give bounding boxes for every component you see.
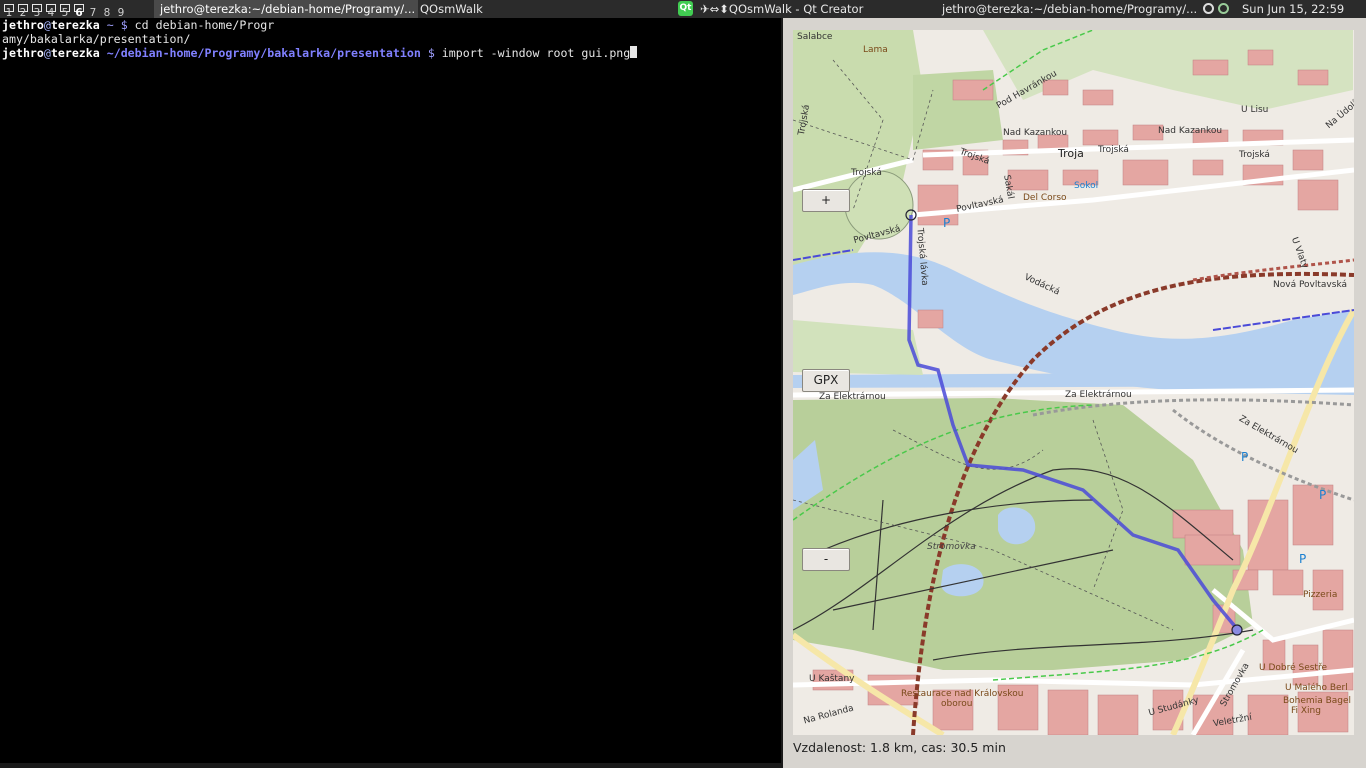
workspace-4[interactable]: 4 [44,1,58,19]
clock[interactable]: Sun Jun 15, 22:59 [1236,0,1366,18]
workspace-switcher[interactable]: 123456789 [2,0,128,19]
map-label: U Lisu [1241,105,1269,115]
parking-icon: P [943,216,951,230]
workspace-8[interactable]: 8 [100,1,114,19]
route-end-marker [1231,624,1243,636]
map-label: Salabce [797,32,833,42]
map-label-troja: Troja [1058,147,1084,160]
map-label: Restaurace nad Královskou [901,689,1024,699]
terminal-line-3: jethro@terezka ~/debian-home/Programy/ba… [0,46,780,60]
workspace-3[interactable]: 3 [30,1,44,19]
workspace-6[interactable]: 6 [72,1,86,19]
gpx-button[interactable]: GPX [802,369,850,392]
map-label: Nová Povltavská [1273,280,1348,290]
terminal-line-1: jethro@terezka ~ $ cd debian-home/Progr [2,18,275,32]
status-bar: Vzdalenost: 1.8 km, cas: 30.5 min [793,740,1006,755]
parking-icon: P [1241,450,1249,464]
workspace-2[interactable]: 2 [16,1,30,19]
map-label: Bohemia Bagel [1283,696,1352,706]
qosmwalk-window: Salabce Lama Pod Havránkou U Lisu Na Údo… [781,18,1366,768]
map-label: Del Corso [1023,193,1067,203]
zoom-in-button[interactable]: + [802,189,850,212]
map-view[interactable]: Salabce Lama Pod Havránkou U Lisu Na Údo… [793,30,1354,735]
map-label: U Dobré Sestře [1259,663,1328,673]
workspace-1[interactable]: 1 [2,1,16,19]
map-label: oborou [941,699,973,709]
map-label: Trojská [851,168,882,178]
workspace-7[interactable]: 7 [86,1,100,19]
map-label: Fi Xing [1291,706,1321,716]
text-cursor [630,46,638,58]
network-icon[interactable] [1203,3,1214,14]
terminal-window[interactable]: jethro@terezka ~ $ cd debian-home/Progr … [0,18,780,763]
map-label: Nad Kazankou [1003,128,1068,138]
map-label: Pizzeria [1303,590,1338,600]
taskbar-item-qt-creator[interactable]: ✈⇔⬍QOsmWalk - Qt Creator [694,0,940,18]
pond [941,564,984,597]
map-label: Trojská [1239,150,1270,160]
map-label-stromovka: Stromovka [927,542,976,552]
taskbar-item-qosmwalk[interactable]: QOsmWalk [414,0,680,18]
terminal-bottom-border [0,763,781,768]
workspace-9[interactable]: 9 [114,1,128,19]
map-label: Trojská [1098,145,1129,155]
parking-icon: P [1319,488,1327,502]
map-label: U Kaštany [809,674,855,684]
top-panel: 123456789 jethro@terezka:~/debian-home/P… [0,0,1366,19]
map-label: U Malého Berl [1285,683,1348,693]
zoom-out-button[interactable]: - [802,548,850,571]
taskbar-item-terminal[interactable]: jethro@terezka:~/debian-home/Programy/..… [154,0,418,18]
map-label: Za Elektrárnou [1065,390,1132,400]
map-label: Lama [863,45,888,55]
qt-creator-icon: Qt [678,1,693,16]
map-label: Sokol [1074,181,1099,191]
map-label: Nad Kazankou [1158,126,1223,136]
terminal-line-2: amy/bakalarka/presentation/ [2,32,191,46]
parking-icon: P [1299,552,1307,566]
power-icon[interactable] [1218,3,1229,14]
taskbar-item-terminal-2[interactable]: jethro@terezka:~/debian-home/Programy/..… [936,0,1204,18]
window-border [781,18,783,768]
workspace-5[interactable]: 5 [58,1,72,19]
map-label: Za Elektrárnou [819,392,886,402]
map-canvas [793,30,1354,735]
